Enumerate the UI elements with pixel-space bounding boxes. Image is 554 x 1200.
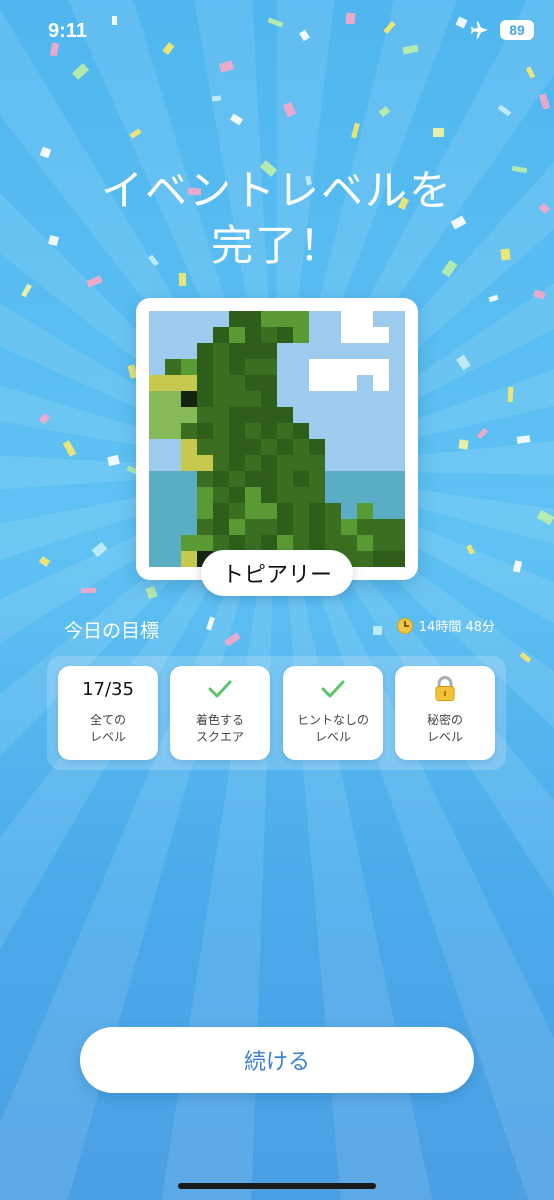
confetti-piece xyxy=(49,42,60,57)
confetti-piece xyxy=(219,60,234,73)
confetti-piece xyxy=(466,544,475,555)
confetti-piece xyxy=(512,560,523,573)
confetti-piece xyxy=(206,616,215,631)
confetti-piece xyxy=(351,122,360,139)
confetti-piece xyxy=(211,95,222,102)
goal-status xyxy=(320,666,346,712)
goal-label: 全ての レベル xyxy=(89,713,126,744)
confetti-piece xyxy=(267,17,284,28)
confetti-piece xyxy=(21,283,32,298)
confetti-piece xyxy=(62,440,77,457)
confetti-piece xyxy=(456,354,471,371)
daily-goals-panel: 17/35 全ての レベル 着色する スクエア ヒントなしの レベル 秘密の レ… xyxy=(47,656,506,770)
goal-no-hint-levels: ヒントなしの レベル xyxy=(283,666,383,760)
confetti-piece xyxy=(455,16,468,29)
confetti-piece xyxy=(38,412,51,425)
confetti-piece xyxy=(282,101,297,118)
confetti-piece xyxy=(71,63,90,80)
check-icon xyxy=(208,680,232,698)
status-indicators: 89 xyxy=(470,20,534,40)
confetti-piece xyxy=(145,585,158,600)
confetti-piece xyxy=(402,44,419,55)
home-indicator xyxy=(178,1183,376,1189)
confetti-piece xyxy=(383,20,396,35)
confetti-piece xyxy=(224,632,241,647)
goal-all-levels: 17/35 全ての レベル xyxy=(58,666,158,760)
confetti-piece xyxy=(178,272,187,287)
check-icon xyxy=(321,680,345,698)
confetti-piece xyxy=(129,128,142,139)
confetti-piece xyxy=(538,93,551,110)
confetti-piece xyxy=(533,289,546,300)
confetti-piece xyxy=(507,386,514,403)
confetti-piece xyxy=(345,12,356,25)
confetti-piece xyxy=(38,556,51,567)
confetti-piece xyxy=(162,42,175,55)
confetti-piece xyxy=(91,541,108,558)
headline-line-2: 完了！ xyxy=(210,221,343,270)
status-time: 9:11 xyxy=(48,20,87,42)
confetti-piece xyxy=(536,509,554,526)
daily-goals-title: 今日の目標 xyxy=(64,620,160,642)
headline: イベントレベルを xyxy=(100,166,453,215)
goal-label: ヒントなしの レベル xyxy=(296,713,369,744)
continue-button[interactable]: 続ける xyxy=(80,1027,474,1093)
goal-status xyxy=(433,666,457,712)
goal-progress: 17/35 xyxy=(82,678,134,700)
confetti-piece xyxy=(516,435,531,444)
goal-status xyxy=(207,666,233,712)
picture-name-label: トピアリー xyxy=(201,550,353,596)
confetti-piece xyxy=(497,104,512,117)
confetti-piece xyxy=(378,105,391,118)
confetti-piece xyxy=(432,127,445,138)
confetti-piece xyxy=(488,294,499,303)
airplane-mode-icon xyxy=(471,21,488,39)
battery-level: 89 xyxy=(500,20,534,40)
clock-icon xyxy=(396,617,413,634)
confetti-piece xyxy=(229,113,244,126)
confetti-piece xyxy=(525,66,536,79)
goal-colored-squares: 着色する スクエア xyxy=(170,666,270,760)
confetti-piece xyxy=(80,587,97,594)
goals-timer: 14時間 48分 xyxy=(396,616,495,635)
completed-picture-card xyxy=(136,298,418,580)
goal-label: 秘密の レベル xyxy=(426,713,463,744)
confetti-piece xyxy=(476,427,489,440)
timer-text: 14時間 48分 xyxy=(418,620,495,635)
confetti-piece xyxy=(112,16,117,25)
pixel-art-image xyxy=(149,311,405,567)
confetti-piece xyxy=(299,29,310,42)
confetti-piece xyxy=(458,439,469,450)
goal-label: 着色する スクエア xyxy=(195,713,244,744)
confetti-piece xyxy=(86,275,103,288)
lock-icon xyxy=(435,676,455,701)
confetti-piece xyxy=(519,652,532,663)
confetti-piece xyxy=(107,454,120,467)
confetti-piece xyxy=(372,625,383,636)
goal-secret-levels: 秘密の レベル xyxy=(395,666,495,760)
level-complete-screen: 9:11 89 イベントレベルを 完了！ トピアリー 今日の目標 14時間 48… xyxy=(0,0,554,1200)
